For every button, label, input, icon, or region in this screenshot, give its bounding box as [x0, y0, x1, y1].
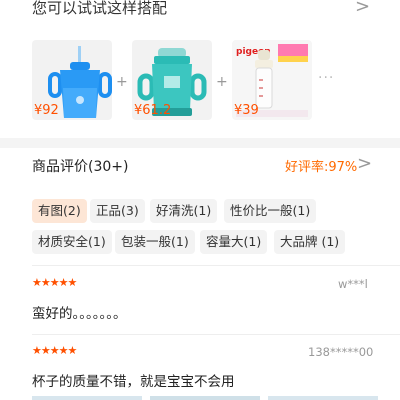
review-tag-with-photos[interactable]: 有图(2)	[32, 199, 87, 223]
chevron-right-icon[interactable]: >	[355, 0, 370, 17]
review-tag[interactable]: 好清洗(1)	[150, 199, 218, 223]
reviews-title: 商品评价(30+)	[32, 159, 129, 175]
combo-section-title: 您可以试试这样搭配	[32, 0, 168, 17]
product-price-2: ¥61.2	[134, 103, 172, 118]
review-tag[interactable]: 大品牌 (1)	[274, 230, 346, 254]
section-divider	[0, 138, 400, 148]
plus-icon: +	[116, 74, 128, 90]
star-rating: ★★★★★	[32, 344, 77, 357]
review-image[interactable]	[32, 396, 142, 400]
more-products-icon[interactable]: ···	[318, 70, 334, 86]
plus-icon: +	[216, 74, 228, 90]
review-tag[interactable]: 包装一般(1)	[115, 230, 195, 254]
star-rating: ★★★★★	[32, 276, 77, 289]
review-tag[interactable]: 正品(3)	[90, 199, 145, 223]
review-image[interactable]	[150, 396, 260, 400]
good-rate-link[interactable]: 好评率:97%	[285, 156, 357, 175]
divider	[32, 334, 400, 335]
divider	[32, 265, 400, 266]
reviewer-name: 138*****00	[308, 345, 374, 359]
review-tag[interactable]: 材质安全(1)	[32, 230, 112, 254]
review-tag[interactable]: 容量大(1)	[200, 230, 268, 254]
review-text: 蛮好的。。。。。。。	[32, 306, 127, 322]
review-image[interactable]	[268, 396, 378, 400]
reviewer-name: w***l	[338, 277, 368, 291]
review-text: 杯子的质量不错，就是宝宝不会用	[32, 374, 235, 390]
review-tag[interactable]: 性价比一般(1)	[224, 199, 317, 223]
chevron-right-icon[interactable]: >	[357, 153, 372, 174]
product-price-1: ¥92	[34, 103, 59, 118]
product-price-3: ¥39	[234, 103, 259, 118]
